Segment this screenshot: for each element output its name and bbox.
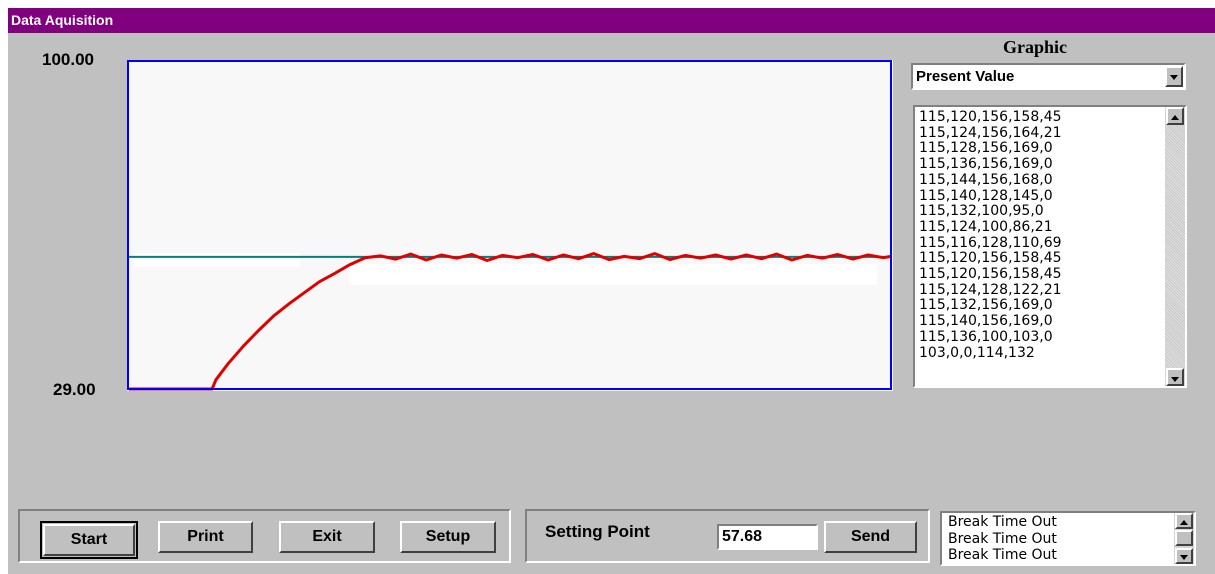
log-scroll-up-icon[interactable] bbox=[1175, 513, 1193, 529]
graphic-select[interactable]: Present Value bbox=[911, 63, 1186, 90]
title-bar: Data Aquisition bbox=[8, 8, 1215, 33]
setting-point-label: Setting Point bbox=[545, 522, 650, 541]
raw-data-item[interactable]: 115,120,156,158,45 bbox=[919, 266, 1185, 283]
y-min-label: 29.00 bbox=[53, 380, 96, 399]
raw-data-item[interactable]: 115,128,156,169,0 bbox=[919, 141, 1185, 157]
chevron-down-icon[interactable] bbox=[1165, 66, 1183, 87]
exit-button[interactable]: Exit bbox=[279, 521, 375, 553]
log-item[interactable]: Break Time Out bbox=[948, 531, 1194, 548]
send-button[interactable]: Send bbox=[824, 521, 917, 553]
present-value-chart bbox=[127, 60, 893, 391]
plot-area bbox=[127, 60, 893, 391]
raw-data-item[interactable]: 115,132,156,169,0 bbox=[919, 298, 1185, 314]
setting-point-input[interactable]: 57.68 bbox=[717, 524, 818, 550]
raw-data-item[interactable]: 115,124,156,164,21 bbox=[919, 125, 1185, 142]
data-acquisition-window: Data Aquisition 100.00 29.00 Graphic Pre… bbox=[8, 8, 1215, 574]
raw-data-list[interactable]: 115,120,156,158,45 115,124,156,164,21 115,… bbox=[913, 105, 1187, 388]
raw-data-item[interactable]: 115,124,128,122,21 bbox=[919, 282, 1185, 299]
raw-data-item[interactable]: 115,140,128,145,0 bbox=[919, 188, 1185, 205]
raw-data-item[interactable]: 115,124,100,86,21 bbox=[919, 219, 1185, 236]
raw-data-item[interactable]: 115,120,156,158,45 bbox=[919, 109, 1185, 126]
start-button[interactable]: Start bbox=[43, 524, 135, 556]
log-scroll-thumb[interactable] bbox=[1175, 530, 1193, 546]
scroll-down-icon[interactable] bbox=[1166, 368, 1184, 386]
y-max-label: 100.00 bbox=[42, 50, 94, 69]
status-log-scrollbar[interactable] bbox=[1174, 513, 1194, 564]
raw-data-item[interactable]: 115,140,156,169,0 bbox=[919, 313, 1185, 330]
setup-button[interactable]: Setup bbox=[400, 521, 496, 553]
log-item[interactable]: Break Time Out bbox=[948, 547, 1194, 564]
raw-data-scrollbar[interactable] bbox=[1165, 107, 1185, 386]
raw-data-item[interactable]: 103,0,0,114,132 bbox=[919, 345, 1185, 362]
plot-blank-strip-left bbox=[134, 253, 300, 267]
raw-data-item[interactable]: 115,144,156,168,0 bbox=[919, 172, 1185, 189]
raw-data-item[interactable]: 115,116,128,110,69 bbox=[919, 235, 1185, 252]
raw-data-item[interactable]: 115,136,156,169,0 bbox=[919, 156, 1185, 173]
raw-data-item[interactable]: 115,132,100,95,0 bbox=[919, 204, 1185, 220]
scroll-up-icon[interactable] bbox=[1166, 107, 1184, 125]
raw-data-item[interactable]: 115,136,100,103,0 bbox=[919, 329, 1185, 346]
graphic-select-value: Present Value bbox=[916, 68, 1015, 85]
plot-blank-strip-right bbox=[349, 264, 877, 285]
raw-data-item[interactable]: 115,120,156,158,45 bbox=[919, 251, 1185, 267]
status-log-list[interactable]: Break Time Out Break Time Out Break Time O… bbox=[940, 511, 1196, 566]
log-item[interactable]: Break Time Out bbox=[948, 514, 1194, 531]
graphic-title: Graphic bbox=[1003, 37, 1068, 57]
print-button[interactable]: Print bbox=[158, 521, 253, 553]
log-scroll-down-icon[interactable] bbox=[1175, 548, 1193, 564]
